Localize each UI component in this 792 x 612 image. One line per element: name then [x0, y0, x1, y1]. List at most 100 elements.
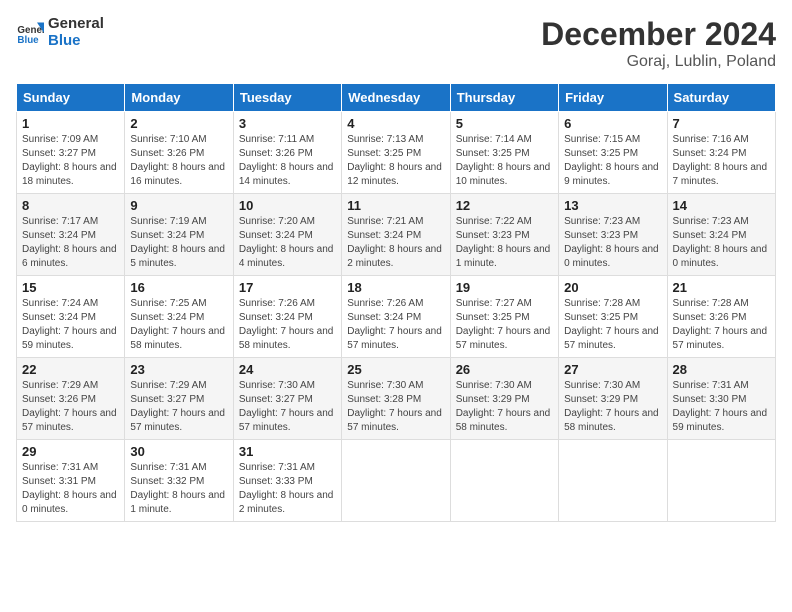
calendar-cell: 21 Sunrise: 7:28 AM Sunset: 3:26 PM Dayli… — [667, 276, 775, 358]
calendar-cell: 3Sunrise: 7:11 AM Sunset: 3:26 PM Daylig… — [233, 112, 341, 194]
day-info: Sunrise: 7:30 AM Sunset: 3:28 PM Dayligh… — [347, 379, 444, 435]
day-info: Sunrise: 7:25 AM Sunset: 3:24 PM Dayligh… — [130, 297, 227, 353]
calendar-cell: 15 Sunrise: 7:24 AM Sunset: 3:24 PM Dayli… — [17, 276, 125, 358]
day-number: 24 — [239, 362, 336, 377]
day-info: Sunrise: 7:14 AM Sunset: 3:25 PM Dayligh… — [456, 133, 553, 189]
day-number: 28 — [673, 362, 770, 377]
day-number: 18 — [347, 280, 444, 295]
day-info: Sunrise: 7:31 AM Sunset: 3:32 PM Dayligh… — [130, 461, 227, 517]
day-number: 27 — [564, 362, 661, 377]
calendar-cell: 10 Sunrise: 7:20 AM Sunset: 3:24 PM Dayli… — [233, 194, 341, 276]
day-number: 1 — [22, 116, 119, 131]
page-header: General Blue General Blue December 2024 … — [16, 16, 776, 71]
calendar-cell: 8 Sunrise: 7:17 AM Sunset: 3:24 PM Daylig… — [17, 194, 125, 276]
day-number: 10 — [239, 198, 336, 213]
calendar-cell: 12 Sunrise: 7:22 AM Sunset: 3:23 PM Dayli… — [450, 194, 558, 276]
weekday-header-row: SundayMondayTuesdayWednesdayThursdayFrid… — [17, 84, 776, 112]
calendar-cell: 22 Sunrise: 7:29 AM Sunset: 3:26 PM Dayli… — [17, 358, 125, 440]
calendar-cell: 14 Sunrise: 7:23 AM Sunset: 3:24 PM Dayli… — [667, 194, 775, 276]
day-number: 12 — [456, 198, 553, 213]
day-number: 14 — [673, 198, 770, 213]
day-info: Sunrise: 7:20 AM Sunset: 3:24 PM Dayligh… — [239, 215, 336, 271]
day-number: 30 — [130, 444, 227, 459]
day-number: 7 — [673, 116, 770, 131]
day-number: 31 — [239, 444, 336, 459]
day-info: Sunrise: 7:31 AM Sunset: 3:31 PM Dayligh… — [22, 461, 119, 517]
calendar-cell: 11 Sunrise: 7:21 AM Sunset: 3:24 PM Dayli… — [342, 194, 450, 276]
calendar-cell: 5Sunrise: 7:14 AM Sunset: 3:25 PM Daylig… — [450, 112, 558, 194]
calendar-cell — [450, 440, 558, 522]
weekday-header-wednesday: Wednesday — [342, 84, 450, 112]
week-row-3: 15 Sunrise: 7:24 AM Sunset: 3:24 PM Dayli… — [17, 276, 776, 358]
weekday-header-saturday: Saturday — [667, 84, 775, 112]
calendar-cell: 29Sunrise: 7:31 AM Sunset: 3:31 PM Dayli… — [17, 440, 125, 522]
calendar-cell — [342, 440, 450, 522]
day-number: 20 — [564, 280, 661, 295]
day-info: Sunrise: 7:23 AM Sunset: 3:23 PM Dayligh… — [564, 215, 661, 271]
day-number: 21 — [673, 280, 770, 295]
day-number: 26 — [456, 362, 553, 377]
month-title: December 2024 — [541, 16, 776, 53]
title-block: December 2024 Goraj, Lublin, Poland — [541, 16, 776, 71]
day-info: Sunrise: 7:29 AM Sunset: 3:27 PM Dayligh… — [130, 379, 227, 435]
day-info: Sunrise: 7:30 AM Sunset: 3:27 PM Dayligh… — [239, 379, 336, 435]
weekday-header-sunday: Sunday — [17, 84, 125, 112]
day-number: 11 — [347, 198, 444, 213]
weekday-header-friday: Friday — [559, 84, 667, 112]
calendar-cell: 28 Sunrise: 7:31 AM Sunset: 3:30 PM Dayli… — [667, 358, 775, 440]
calendar-cell — [667, 440, 775, 522]
day-info: Sunrise: 7:13 AM Sunset: 3:25 PM Dayligh… — [347, 133, 444, 189]
calendar-cell: 6 Sunrise: 7:15 AM Sunset: 3:25 PM Daylig… — [559, 112, 667, 194]
calendar-cell: 27 Sunrise: 7:30 AM Sunset: 3:29 PM Dayli… — [559, 358, 667, 440]
day-info: Sunrise: 7:15 AM Sunset: 3:25 PM Dayligh… — [564, 133, 661, 189]
week-row-4: 22 Sunrise: 7:29 AM Sunset: 3:26 PM Dayli… — [17, 358, 776, 440]
calendar-cell: 26 Sunrise: 7:30 AM Sunset: 3:29 PM Dayli… — [450, 358, 558, 440]
calendar-cell: 9 Sunrise: 7:19 AM Sunset: 3:24 PM Daylig… — [125, 194, 233, 276]
calendar-cell: 4 Sunrise: 7:13 AM Sunset: 3:25 PM Daylig… — [342, 112, 450, 194]
day-info: Sunrise: 7:31 AM Sunset: 3:30 PM Dayligh… — [673, 379, 770, 435]
day-number: 15 — [22, 280, 119, 295]
calendar-cell: 30 Sunrise: 7:31 AM Sunset: 3:32 PM Dayli… — [125, 440, 233, 522]
logo-icon: General Blue — [16, 19, 44, 47]
day-info: Sunrise: 7:17 AM Sunset: 3:24 PM Dayligh… — [22, 215, 119, 271]
day-info: Sunrise: 7:28 AM Sunset: 3:26 PM Dayligh… — [673, 297, 770, 353]
day-info: Sunrise: 7:21 AM Sunset: 3:24 PM Dayligh… — [347, 215, 444, 271]
day-number: 8 — [22, 198, 119, 213]
calendar-table: SundayMondayTuesdayWednesdayThursdayFrid… — [16, 83, 776, 522]
location: Goraj, Lublin, Poland — [541, 53, 776, 71]
calendar-cell: 18 Sunrise: 7:26 AM Sunset: 3:24 PM Dayli… — [342, 276, 450, 358]
calendar-cell: 31 Sunrise: 7:31 AM Sunset: 3:33 PM Dayli… — [233, 440, 341, 522]
calendar-cell: 25 Sunrise: 7:30 AM Sunset: 3:28 PM Dayli… — [342, 358, 450, 440]
calendar-cell: 16Sunrise: 7:25 AM Sunset: 3:24 PM Dayli… — [125, 276, 233, 358]
svg-text:Blue: Blue — [17, 34, 39, 45]
day-number: 17 — [239, 280, 336, 295]
day-number: 9 — [130, 198, 227, 213]
day-number: 13 — [564, 198, 661, 213]
weekday-header-tuesday: Tuesday — [233, 84, 341, 112]
logo-line1: General — [48, 16, 104, 33]
day-info: Sunrise: 7:22 AM Sunset: 3:23 PM Dayligh… — [456, 215, 553, 271]
day-info: Sunrise: 7:19 AM Sunset: 3:24 PM Dayligh… — [130, 215, 227, 271]
day-number: 4 — [347, 116, 444, 131]
day-info: Sunrise: 7:26 AM Sunset: 3:24 PM Dayligh… — [347, 297, 444, 353]
calendar-cell: 13 Sunrise: 7:23 AM Sunset: 3:23 PM Dayli… — [559, 194, 667, 276]
logo: General Blue General Blue — [16, 16, 104, 49]
day-number: 25 — [347, 362, 444, 377]
day-info: Sunrise: 7:09 AM Sunset: 3:27 PM Dayligh… — [22, 133, 119, 189]
day-number: 2 — [130, 116, 227, 131]
day-info: Sunrise: 7:10 AM Sunset: 3:26 PM Dayligh… — [130, 133, 227, 189]
day-info: Sunrise: 7:30 AM Sunset: 3:29 PM Dayligh… — [456, 379, 553, 435]
day-number: 6 — [564, 116, 661, 131]
calendar-cell: 2 Sunrise: 7:10 AM Sunset: 3:26 PM Daylig… — [125, 112, 233, 194]
day-info: Sunrise: 7:29 AM Sunset: 3:26 PM Dayligh… — [22, 379, 119, 435]
day-number: 19 — [456, 280, 553, 295]
day-info: Sunrise: 7:23 AM Sunset: 3:24 PM Dayligh… — [673, 215, 770, 271]
day-info: Sunrise: 7:30 AM Sunset: 3:29 PM Dayligh… — [564, 379, 661, 435]
day-number: 22 — [22, 362, 119, 377]
weekday-header-monday: Monday — [125, 84, 233, 112]
calendar-cell: 1 Sunrise: 7:09 AM Sunset: 3:27 PM Daylig… — [17, 112, 125, 194]
day-info: Sunrise: 7:11 AM Sunset: 3:26 PM Dayligh… — [239, 133, 336, 189]
day-number: 23 — [130, 362, 227, 377]
day-info: Sunrise: 7:24 AM Sunset: 3:24 PM Dayligh… — [22, 297, 119, 353]
day-info: Sunrise: 7:31 AM Sunset: 3:33 PM Dayligh… — [239, 461, 336, 517]
